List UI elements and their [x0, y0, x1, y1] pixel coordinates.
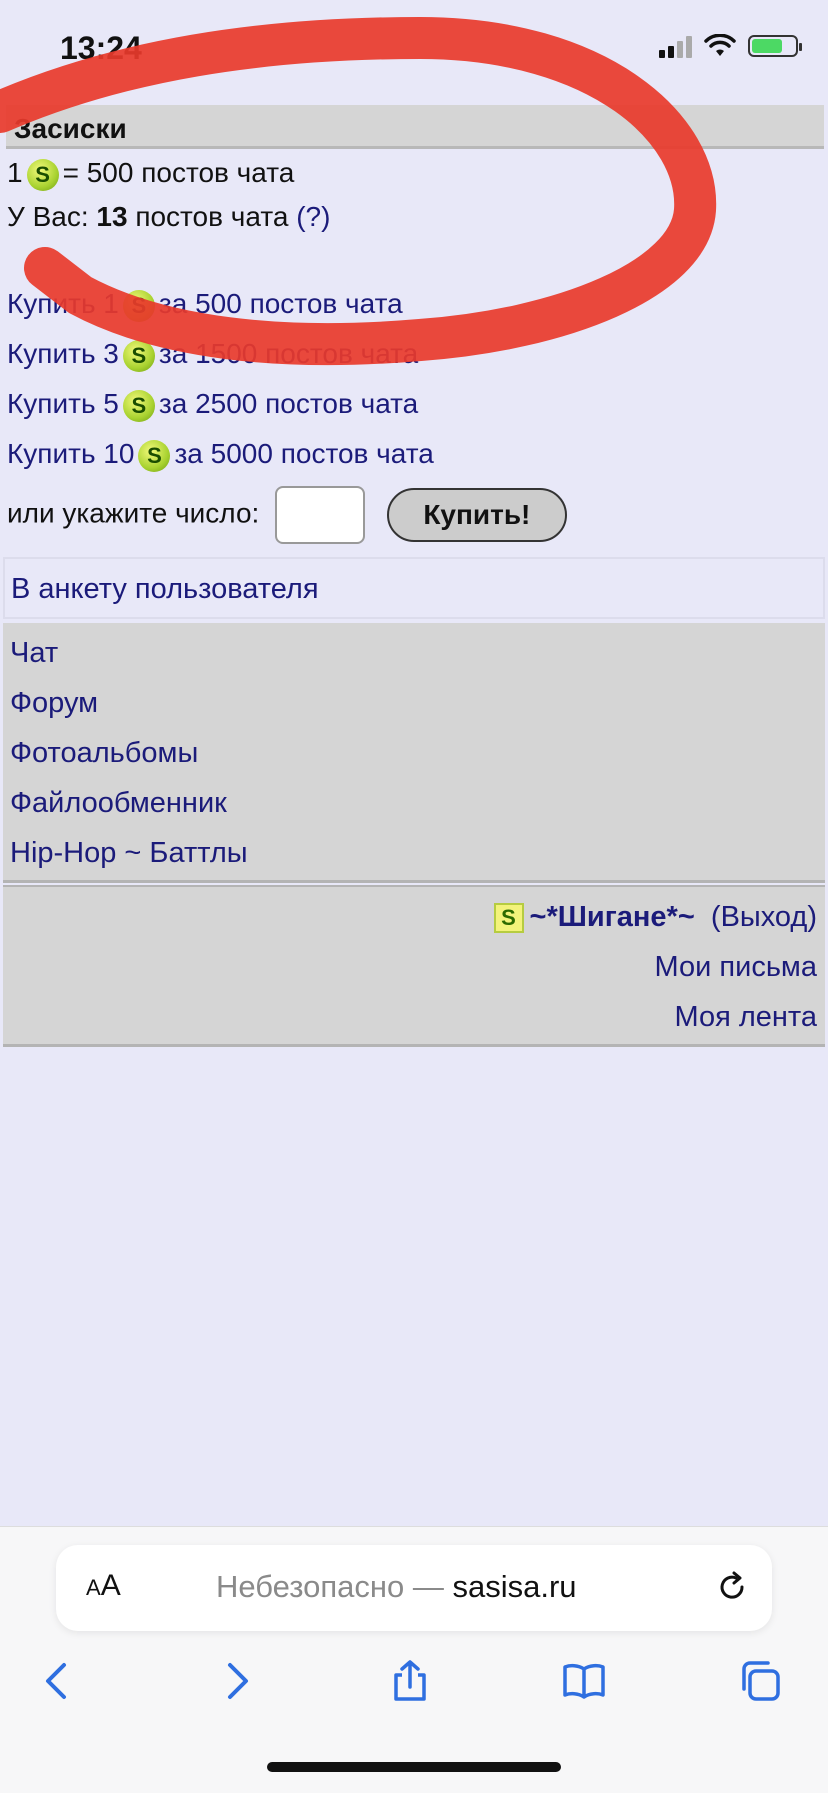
balance-suffix: постов чата — [135, 201, 289, 232]
status-icons — [659, 34, 802, 58]
nav-item-forum[interactable]: Форум — [10, 687, 98, 720]
offer-price-label: за 2500 постов чата — [158, 388, 419, 419]
reader-text-size-button[interactable]: AA — [86, 1569, 121, 1603]
profile-link-row: В анкету пользователя — [3, 557, 825, 619]
buy-button[interactable]: Купить! — [386, 488, 567, 542]
back-icon[interactable] — [36, 1659, 80, 1703]
cellular-signal-icon — [659, 34, 692, 58]
offer-price-label: за 500 постов чата — [158, 288, 403, 319]
coin-icon: S — [122, 389, 155, 422]
logout-link[interactable]: (Выход) — [711, 901, 817, 933]
offer-price-label: за 5000 постов чата — [174, 438, 434, 469]
url-domain: sasisa.ru — [452, 1569, 577, 1604]
nav-item-chat[interactable]: Чат — [10, 637, 58, 670]
offer-price-label: за 1500 постов чата — [158, 338, 419, 369]
rate-line: 1 S = 500 постов чата — [7, 157, 294, 191]
share-icon[interactable] — [388, 1659, 432, 1703]
coin-icon: S — [122, 289, 155, 322]
offer-buy-label: Купить 5 — [7, 388, 119, 419]
user-row: S ~*Шигане*~ (Выход) — [493, 901, 817, 934]
browser-bottom-bar: AA Небезопасно — sasisa.ru — [0, 1526, 828, 1793]
username-link[interactable]: ~*Шигане*~ — [530, 901, 695, 933]
reload-icon[interactable] — [714, 1569, 750, 1605]
nav-item-file-sharing[interactable]: Файлообменник — [10, 787, 227, 820]
tabs-icon[interactable] — [738, 1659, 782, 1703]
offer-link-3[interactable]: Купить 3 Sза 1500 постов чата — [7, 338, 418, 372]
custom-quantity-label: или укажите число: — [7, 497, 260, 529]
user-panel: S ~*Шигане*~ (Выход) Мои письма Моя лента — [3, 885, 825, 1047]
header-bar: Засиски — [6, 105, 824, 149]
forward-icon[interactable] — [214, 1659, 258, 1703]
status-bar: 13:24 — [0, 0, 828, 100]
help-link[interactable]: (?) — [296, 201, 330, 232]
offer-link-5[interactable]: Купить 5 Sза 2500 постов чата — [7, 388, 418, 422]
wifi-icon — [704, 34, 736, 56]
balance-count: 13 — [96, 201, 128, 232]
security-label: Небезопасно — — [216, 1569, 444, 1604]
balance-line: У Вас: 13 постов чата (?) — [7, 201, 330, 233]
rate-suffix: = 500 постов чата — [62, 157, 295, 188]
offer-buy-label: Купить 1 — [7, 288, 119, 319]
url-text: Небезопасно — sasisa.ru — [216, 1569, 577, 1605]
balance-prefix: У Вас: — [7, 201, 89, 232]
coin-icon: S — [122, 339, 155, 372]
bookmarks-icon[interactable] — [562, 1659, 606, 1703]
coin-icon: S — [138, 439, 171, 472]
offer-link-10[interactable]: Купить 10 Sза 5000 постов чата — [7, 438, 434, 472]
custom-quantity-row: или укажите число: Купить! — [7, 486, 567, 544]
home-indicator — [267, 1762, 561, 1772]
status-time: 13:24 — [60, 30, 142, 66]
quantity-input[interactable] — [275, 486, 366, 544]
my-messages-link[interactable]: Мои письма — [655, 951, 817, 984]
battery-icon — [748, 35, 802, 57]
offer-buy-label: Купить 10 — [7, 438, 135, 469]
page-title: Засиски — [14, 113, 127, 144]
offer-buy-label: Купить 3 — [7, 338, 119, 369]
nav-item-hiphop-battles[interactable]: Hip-Hop ~ Баттлы — [10, 837, 248, 870]
nav-item-photo-albums[interactable]: Фотоальбомы — [10, 737, 198, 770]
offer-link-1[interactable]: Купить 1 Sза 500 постов чата — [7, 288, 403, 322]
my-feed-link[interactable]: Моя лента — [674, 1001, 817, 1034]
address-bar[interactable]: AA Небезопасно — sasisa.ru — [56, 1545, 772, 1631]
rate-prefix: 1 — [7, 157, 23, 188]
user-badge-icon: S — [493, 903, 524, 934]
nav-menu: Чат Форум Фотоальбомы Файлообменник Hip-… — [3, 623, 825, 883]
coin-icon: S — [26, 158, 59, 191]
profile-link[interactable]: В анкету пользователя — [11, 573, 319, 606]
